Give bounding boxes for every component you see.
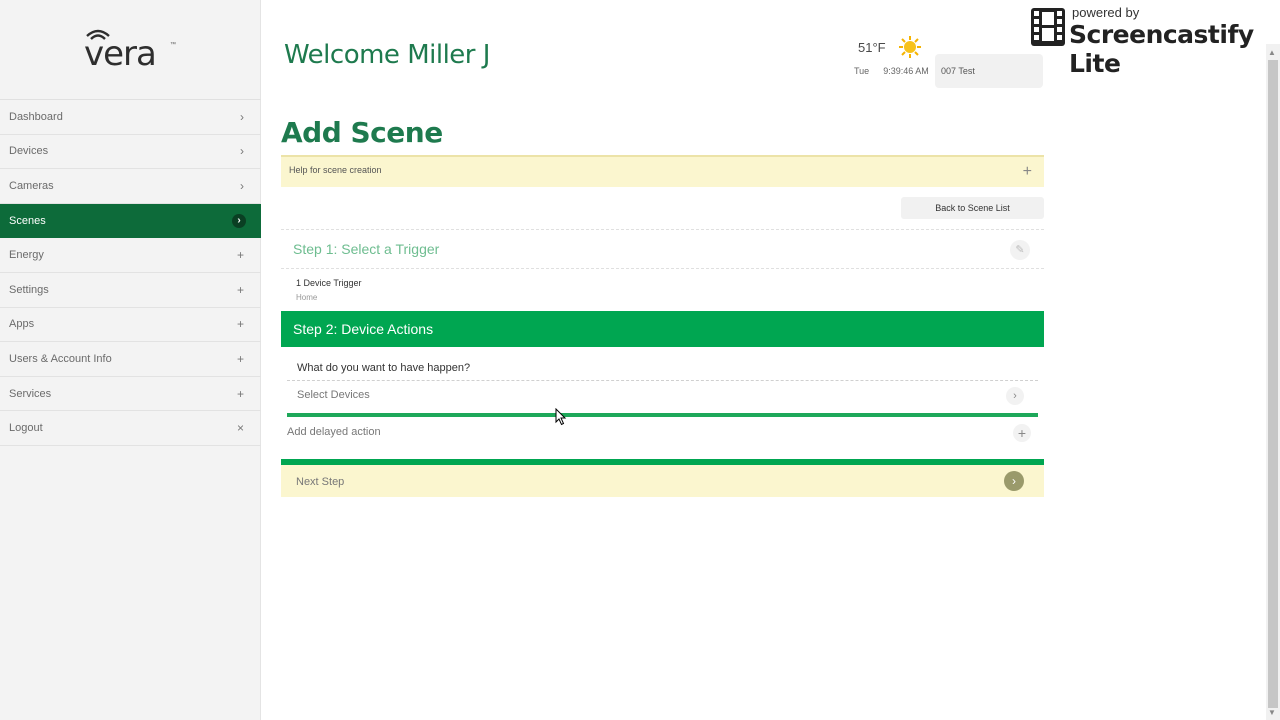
welcome-heading: Welcome Miller J bbox=[284, 40, 490, 70]
section-divider bbox=[287, 413, 1038, 417]
select-devices-row[interactable]: Select Devices › bbox=[287, 385, 1038, 411]
sidebar-item-dashboard[interactable]: Dashboard › bbox=[0, 100, 261, 135]
vera-logo[interactable]: vera ™ bbox=[84, 28, 176, 74]
sidebar-item-label: Scenes bbox=[9, 214, 46, 227]
temperature: 51°F bbox=[858, 40, 886, 55]
trademark: ™ bbox=[170, 42, 176, 48]
divider bbox=[287, 380, 1038, 381]
plus-icon: + bbox=[236, 351, 244, 366]
sidebar-item-label: Settings bbox=[9, 283, 49, 296]
scrollbar-thumb[interactable] bbox=[1268, 60, 1278, 708]
plus-icon: + bbox=[236, 386, 244, 401]
next-step-bar[interactable]: Next Step › bbox=[281, 459, 1044, 497]
date-time: Tue 9:39:46 AM bbox=[854, 66, 929, 76]
next-step-button[interactable]: › bbox=[1004, 471, 1024, 491]
scroll-down-icon[interactable]: ▼ bbox=[1268, 708, 1276, 717]
day-label: Tue bbox=[854, 66, 870, 76]
screencastify-watermark: powered by Screencastify Lite bbox=[1030, 4, 1280, 78]
chevron-right-icon: › bbox=[240, 178, 244, 193]
sidebar-item-label: Energy bbox=[9, 249, 44, 262]
sun-icon bbox=[899, 36, 921, 58]
chevron-right-icon[interactable]: › bbox=[1006, 387, 1024, 405]
sidebar-item-scenes[interactable]: Scenes › bbox=[0, 203, 261, 239]
chevron-right-icon: › bbox=[232, 213, 246, 228]
trigger-name: 1 Device Trigger bbox=[296, 278, 362, 288]
close-icon: × bbox=[236, 421, 244, 436]
mouse-cursor-icon bbox=[555, 408, 567, 426]
add-delayed-action-label: Add delayed action bbox=[287, 426, 381, 438]
screencastify-brand: Screencastify Lite bbox=[1069, 20, 1254, 78]
help-label: Help for scene creation bbox=[289, 165, 382, 175]
step2-header: Step 2: Device Actions bbox=[281, 311, 1044, 347]
step1-header[interactable]: Step 1: Select a Trigger ✎ bbox=[281, 229, 1044, 269]
select-devices-label: Select Devices bbox=[297, 389, 370, 401]
sidebar-item-label: Apps bbox=[9, 318, 35, 331]
sidebar-item-services[interactable]: Services + bbox=[0, 377, 261, 412]
chevron-right-icon: › bbox=[240, 144, 244, 159]
controller-selector[interactable]: 007 Test bbox=[935, 54, 1043, 88]
sidebar-item-logout[interactable]: Logout × bbox=[0, 411, 261, 446]
sidebar-item-label: Cameras bbox=[9, 179, 54, 192]
sidebar-item-apps[interactable]: Apps + bbox=[0, 308, 261, 343]
plus-icon[interactable]: + bbox=[1013, 424, 1031, 442]
powered-by-label: powered by bbox=[1072, 5, 1140, 20]
sidebar-item-label: Services bbox=[9, 387, 52, 400]
plus-icon[interactable]: + bbox=[1023, 163, 1032, 181]
back-to-scene-list-button[interactable]: Back to Scene List bbox=[901, 197, 1044, 219]
sidebar-item-label: Logout bbox=[9, 422, 43, 435]
film-icon bbox=[1031, 8, 1065, 46]
plus-icon: + bbox=[236, 282, 244, 297]
add-delayed-action-row[interactable]: Add delayed action + bbox=[287, 422, 1038, 448]
page-title: Add Scene bbox=[281, 116, 443, 149]
sidebar-item-energy[interactable]: Energy + bbox=[0, 238, 261, 273]
sidebar-item-cameras[interactable]: Cameras › bbox=[0, 169, 261, 204]
next-step-label: Next Step bbox=[296, 476, 345, 488]
plus-icon: + bbox=[236, 248, 244, 263]
sidebar-item-label: Users & Account Info bbox=[9, 352, 112, 365]
plus-icon: + bbox=[236, 317, 244, 332]
time-label: 9:39:46 AM bbox=[883, 66, 929, 76]
logo-text: vera bbox=[84, 34, 157, 74]
trigger-mode: Home bbox=[296, 293, 318, 302]
sidebar-item-label: Devices bbox=[9, 145, 49, 158]
sidebar-item-settings[interactable]: Settings + bbox=[0, 273, 261, 308]
step1-label: Step 1: Select a Trigger bbox=[293, 241, 440, 257]
step2-label: Step 2: Device Actions bbox=[293, 321, 434, 337]
scroll-up-icon[interactable]: ▲ bbox=[1268, 48, 1276, 57]
actions-question: What do you want to have happen? bbox=[297, 362, 471, 374]
chevron-right-icon: › bbox=[240, 109, 244, 124]
app-window: vera ™ Dashboard › Devices › Cameras › S… bbox=[0, 0, 1280, 720]
sidebar: vera ™ Dashboard › Devices › Cameras › S… bbox=[0, 0, 261, 720]
help-bar[interactable]: Help for scene creation + bbox=[281, 155, 1044, 187]
sidebar-item-devices[interactable]: Devices › bbox=[0, 135, 261, 170]
sidebar-nav: Dashboard › Devices › Cameras › Scenes ›… bbox=[0, 99, 261, 446]
sidebar-item-users-account-info[interactable]: Users & Account Info + bbox=[0, 342, 261, 377]
sidebar-item-label: Dashboard bbox=[9, 110, 63, 123]
edit-icon[interactable]: ✎ bbox=[1010, 240, 1030, 260]
